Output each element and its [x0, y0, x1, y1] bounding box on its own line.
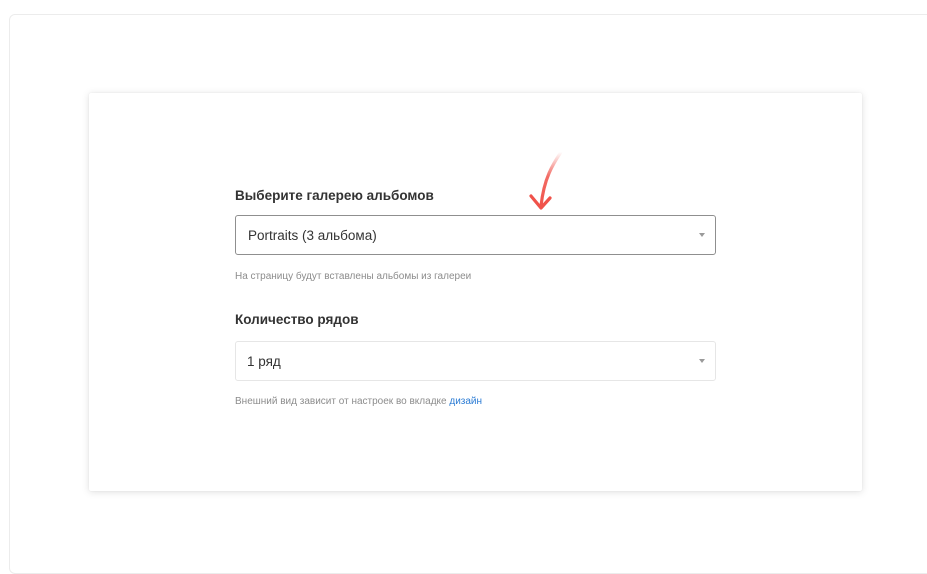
gallery-hint: На страницу будут вставлены альбомы из г… [235, 271, 472, 282]
chevron-down-icon [699, 359, 705, 363]
rows-hint: Внешний вид зависит от настроек во вклад… [235, 396, 482, 407]
arrow-down-icon [529, 150, 563, 210]
rows-label: Количество рядов [235, 312, 359, 327]
rows-select[interactable]: 1 ряд [235, 341, 716, 381]
gallery-label: Выберите галерею альбомов [235, 188, 434, 203]
rows-hint-text: Внешний вид зависит от настроек во вклад… [235, 396, 447, 407]
rows-select-value: 1 ряд [247, 354, 281, 369]
gallery-select[interactable]: Portraits (3 альбома) [235, 215, 716, 255]
gallery-select-value: Portraits (3 альбома) [248, 228, 377, 243]
settings-card: Выберите галерею альбомов Portraits (3 а… [89, 93, 862, 491]
chevron-down-icon [699, 233, 705, 237]
design-tab-link[interactable]: дизайн [449, 396, 482, 407]
